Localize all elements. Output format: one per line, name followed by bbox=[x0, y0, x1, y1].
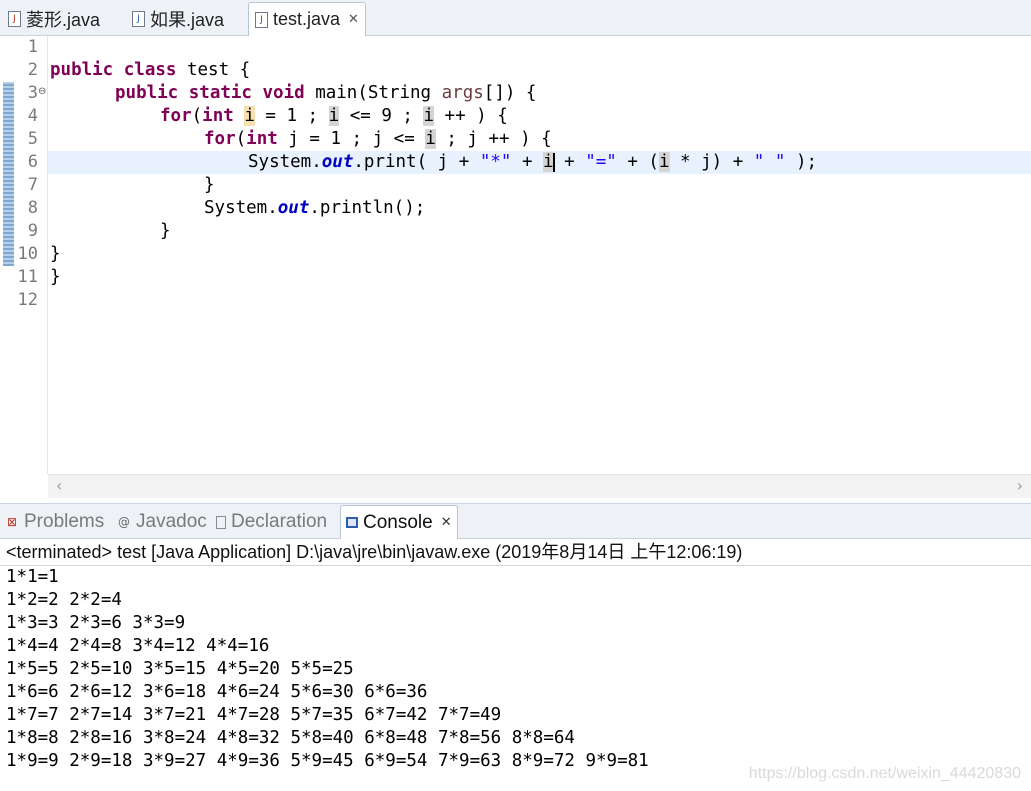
tab-test-java[interactable]: J test.java ✕ bbox=[248, 2, 366, 36]
console-line: 1*3=3 2*3=6 3*3=9 bbox=[6, 613, 186, 633]
console-line: 1*2=2 2*2=4 bbox=[6, 590, 122, 610]
tab-label: 菱形.java bbox=[26, 9, 101, 30]
code-line: public static void main(String args[]) { bbox=[115, 83, 537, 103]
problems-icon: ⊠ bbox=[6, 515, 18, 529]
tab-ruguo-java[interactable]: J 如果.java bbox=[126, 2, 244, 35]
line-number: 6 bbox=[27, 152, 38, 172]
tab-label: 如果.java bbox=[150, 9, 225, 30]
code-line: } bbox=[160, 221, 171, 241]
tab-label: test.java bbox=[273, 9, 341, 29]
java-file-icon: J bbox=[132, 10, 145, 27]
code-line: for(int i = 1 ; i <= 9 ; i ++ ) { bbox=[160, 106, 508, 126]
code-line: for(int j = 1 ; j <= i ; j ++ ) { bbox=[204, 129, 552, 149]
fold-collapse-icon[interactable]: ⊖ bbox=[38, 80, 47, 103]
tab-label: Console bbox=[363, 511, 433, 533]
java-file-icon: J bbox=[255, 11, 268, 28]
line-number: 11 bbox=[17, 267, 38, 287]
scroll-right-icon[interactable]: › bbox=[1017, 476, 1023, 495]
code-line: } bbox=[204, 175, 215, 195]
console-line: 1*5=5 2*5=10 3*5=15 4*5=20 5*5=25 bbox=[6, 659, 354, 679]
tab-console[interactable]: Console ✕ bbox=[340, 505, 458, 539]
declaration-icon bbox=[216, 515, 226, 529]
bottom-panel-tab-bar: ⊠ Problems @ Javadoc Declaration Console… bbox=[0, 503, 1031, 539]
line-number-gutter: 1 2 3 ⊖ 4 5 6 7 8 9 10 11 12 bbox=[16, 36, 48, 474]
tab-label: Declaration bbox=[231, 511, 328, 532]
tab-problems[interactable]: ⊠ Problems bbox=[0, 505, 110, 539]
code-line: } bbox=[50, 267, 61, 287]
change-marker-bar bbox=[3, 82, 14, 266]
console-output[interactable]: 1*1=1 1*2=2 2*2=4 1*3=3 2*3=6 3*3=9 1*4=… bbox=[0, 566, 1031, 791]
code-text-area[interactable]: public class test { public static void m… bbox=[48, 36, 1031, 474]
line-number: 9 bbox=[27, 221, 38, 241]
line-number: 8 bbox=[27, 198, 38, 218]
code-line: } bbox=[50, 244, 61, 264]
tab-label: Problems bbox=[24, 511, 105, 532]
watermark: https://blog.csdn.net/weixin_44420830 bbox=[748, 765, 1021, 782]
console-line: 1*7=7 2*7=14 3*7=21 4*7=28 5*7=35 6*7=42… bbox=[6, 705, 502, 725]
line-number: 4 bbox=[27, 106, 38, 126]
console-line: 1*8=8 2*8=16 3*8=24 4*8=32 5*8=40 6*8=48… bbox=[6, 728, 575, 748]
horizontal-scrollbar[interactable]: ‹ › bbox=[48, 474, 1031, 498]
console-line: 1*6=6 2*6=12 3*6=18 4*6=24 5*6=30 6*6=36 bbox=[6, 682, 428, 702]
java-error-file-icon: J bbox=[8, 10, 21, 27]
code-line: System.out.println(); bbox=[204, 198, 426, 218]
console-status-line: <terminated> test [Java Application] D:\… bbox=[0, 539, 1031, 566]
javadoc-icon: @ bbox=[118, 515, 130, 529]
code-line: public class test { bbox=[50, 60, 251, 80]
line-number: 1 bbox=[27, 37, 38, 57]
line-number: 5 bbox=[27, 129, 38, 149]
line-number: 12 bbox=[17, 290, 38, 310]
line-number: 3 bbox=[27, 83, 38, 103]
scroll-left-icon[interactable]: ‹ bbox=[56, 476, 62, 495]
line-number: 2 bbox=[27, 60, 38, 80]
tab-javadoc[interactable]: @ Javadoc bbox=[112, 505, 210, 539]
editor-tab-bar: J 菱形.java J 如果.java J test.java ✕ bbox=[0, 0, 1031, 36]
console-line: 1*9=9 2*9=18 3*9=27 4*9=36 5*9=45 6*9=54… bbox=[6, 751, 649, 771]
code-line: System.out.print( j + "*" + i + "=" + (i… bbox=[248, 152, 818, 172]
console-icon bbox=[346, 517, 358, 528]
console-line: 1*1=1 bbox=[6, 567, 59, 587]
line-number: 10 bbox=[17, 244, 38, 264]
close-icon[interactable]: ✕ bbox=[441, 515, 452, 530]
close-icon[interactable]: ✕ bbox=[348, 12, 359, 27]
code-editor[interactable]: 1 2 3 ⊖ 4 5 6 7 8 9 10 11 12 public clas… bbox=[0, 36, 1031, 500]
console-line: 1*4=4 2*4=8 3*4=12 4*4=16 bbox=[6, 636, 270, 656]
line-number: 7 bbox=[27, 175, 38, 195]
tab-lingxing-java[interactable]: J 菱形.java bbox=[2, 2, 120, 35]
tab-declaration[interactable]: Declaration bbox=[211, 505, 339, 539]
tab-label: Javadoc bbox=[136, 511, 207, 532]
